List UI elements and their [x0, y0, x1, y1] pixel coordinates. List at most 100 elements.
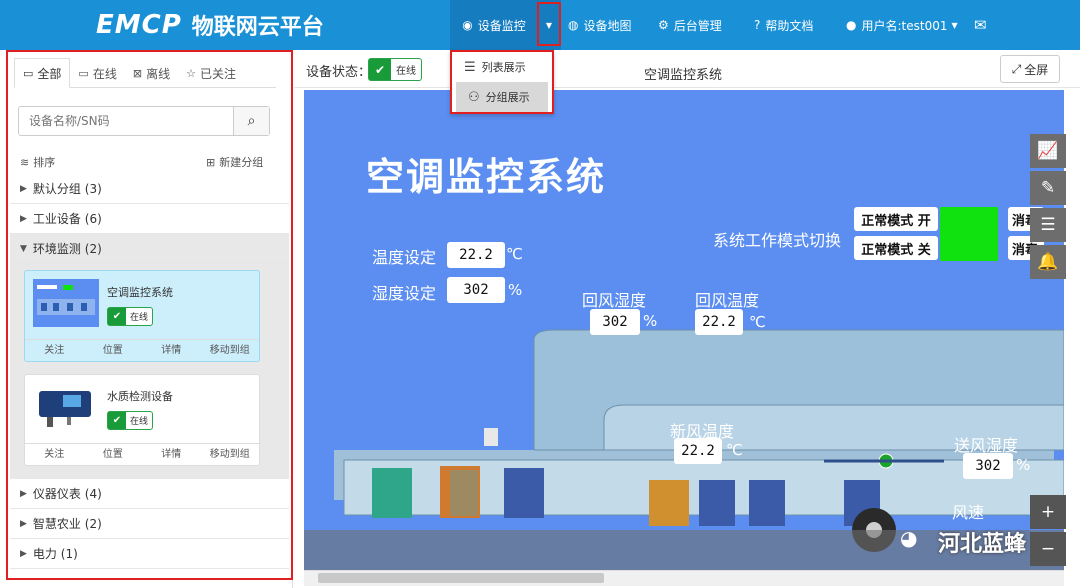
- nav-help-label: 帮助文档: [765, 18, 814, 33]
- layers-icon: ≋: [20, 155, 30, 169]
- tab-online[interactable]: ▭ 在线: [70, 58, 124, 88]
- mode-switch-label: 系统工作模式切换: [713, 231, 842, 250]
- group-instruments[interactable]: ▶ 仪器仪表 (4): [10, 479, 289, 509]
- hum-set-value[interactable]: 302: [447, 277, 505, 303]
- details-button[interactable]: 详情: [142, 444, 201, 465]
- new-group-label: 新建分组: [219, 156, 264, 169]
- fullscreen-button[interactable]: ⤢ 全屏: [1000, 55, 1060, 83]
- bell-icon[interactable]: 🔔: [1030, 245, 1066, 279]
- return-temp-unit: ℃: [749, 313, 766, 331]
- group-agriculture[interactable]: ▶ 智慧农业 (2): [10, 509, 289, 539]
- group-label: 默认分组: [32, 182, 81, 196]
- zoom-out-icon[interactable]: −: [1030, 532, 1066, 566]
- monitor-icon: ▭: [23, 66, 34, 80]
- nav-device-monitor[interactable]: ◉ 设备监控: [450, 0, 538, 50]
- follow-button[interactable]: 关注: [25, 444, 84, 465]
- nav-admin[interactable]: ⚙ 后台管理: [658, 0, 722, 50]
- list-view-option[interactable]: ☰ 列表展示: [452, 52, 552, 82]
- caret-right-icon: ▶: [20, 518, 27, 529]
- chart-icon[interactable]: 📈: [1030, 134, 1066, 168]
- move-to-group-button[interactable]: 移动到组: [201, 444, 260, 465]
- highlight-box: [537, 2, 561, 46]
- fresh-temp-value: 22.2: [674, 438, 722, 464]
- tab-all[interactable]: ▭ 全部: [14, 58, 71, 88]
- details-button[interactable]: 详情: [142, 340, 201, 361]
- group-view-label: 分组展示: [485, 91, 530, 104]
- group-industrial[interactable]: ▶ 工业设备 (6): [10, 204, 289, 234]
- mode-on-button[interactable]: 正常模式 开: [854, 207, 938, 231]
- device-card[interactable]: 空调监控系统 ✔ 在线 关注 位置 详情 移动到组: [24, 270, 260, 362]
- group-label: 电力: [32, 547, 57, 561]
- edit-icon[interactable]: ✎: [1030, 171, 1066, 205]
- status-badge: ✔ 在线: [107, 411, 154, 430]
- sort-button[interactable]: ≋ 排序: [20, 154, 55, 170]
- zoom-in-icon[interactable]: +: [1030, 495, 1066, 529]
- group-label: 仪器仪表: [32, 487, 81, 501]
- monitor-icon: ◉: [462, 18, 473, 32]
- check-icon: ✔: [369, 59, 391, 80]
- nav-help-docs[interactable]: ? 帮助文档: [754, 0, 813, 50]
- tab-offline[interactable]: ⊠ 离线: [125, 58, 178, 88]
- status-text: 在线: [130, 417, 149, 427]
- fresh-temp-unit: ℃: [726, 441, 743, 459]
- group-default[interactable]: ▶ 默认分组 (3): [10, 174, 289, 204]
- new-group-button[interactable]: ⊞ 新建分组: [206, 154, 263, 170]
- group-power[interactable]: ▶ 电力 (1): [10, 539, 289, 569]
- gears-icon: ⚙: [658, 18, 669, 32]
- follow-button[interactable]: 关注: [25, 340, 84, 361]
- caret-down-icon: ▼: [20, 243, 27, 254]
- caret-right-icon: ▶: [20, 213, 27, 224]
- nav-device-map[interactable]: ◍ 设备地图: [568, 0, 632, 50]
- scrollbar-thumb[interactable]: [318, 573, 604, 583]
- caret-right-icon: ▶: [20, 548, 27, 559]
- device-name: 水质检测设备: [107, 390, 173, 403]
- group-icon: ⚇: [468, 89, 480, 105]
- group-label: 工业设备: [32, 212, 81, 226]
- wind-speed-label: 风速: [952, 503, 985, 522]
- question-icon: ?: [754, 18, 761, 32]
- tab-followed[interactable]: ☆ 已关注: [178, 58, 244, 88]
- device-thumbnail: [33, 383, 99, 431]
- mail-icon[interactable]: ✉: [974, 0, 987, 50]
- fullscreen-label: 全屏: [1024, 62, 1049, 77]
- group-count: (6): [84, 211, 102, 226]
- location-button[interactable]: 位置: [84, 444, 143, 465]
- group-count: (1): [60, 546, 78, 561]
- supply-hum-value: 302: [963, 453, 1013, 479]
- group-count: (4): [84, 486, 102, 501]
- caret-down-icon: ▼: [951, 20, 958, 30]
- caret-right-icon: ▶: [20, 488, 27, 499]
- device-card[interactable]: 水质检测设备 ✔ 在线 关注 位置 详情 移动到组: [24, 374, 260, 466]
- tab-followed-label: 已关注: [199, 66, 236, 81]
- device-thumbnail: [33, 279, 99, 327]
- device-search: ⌕: [18, 106, 270, 136]
- group-view-option[interactable]: ⚇ 分组展示: [456, 82, 548, 112]
- nav-device-map-label: 设备地图: [583, 18, 632, 33]
- move-to-group-button[interactable]: 移动到组: [201, 340, 260, 361]
- watermark: 河北蓝蜂: [938, 532, 1027, 557]
- group-environment[interactable]: ▼ 环境监测 (2): [10, 234, 289, 264]
- hum-unit: %: [508, 281, 523, 299]
- list-icon: ☰: [464, 59, 476, 75]
- device-status-badge: ✔ 在线: [368, 58, 422, 81]
- nav-admin-label: 后台管理: [673, 18, 722, 33]
- add-folder-icon: ⊞: [206, 155, 216, 169]
- search-input[interactable]: [19, 107, 233, 135]
- return-hum-label: 回风湿度: [582, 291, 647, 310]
- tab-offline-label: 离线: [146, 66, 171, 81]
- page-title: 空调监控系统: [644, 68, 723, 83]
- scada-title: 空调监控系统: [366, 154, 607, 199]
- location-button[interactable]: 位置: [84, 340, 143, 361]
- temp-set-value[interactable]: 22.2: [447, 242, 505, 268]
- nav-user-menu[interactable]: ● 用户名:test001 ▼: [846, 0, 958, 50]
- mode-indicator: [940, 207, 998, 261]
- brand-logo[interactable]: EMCP 物联网云平台: [96, 9, 324, 41]
- nav-device-monitor-label: 设备监控: [477, 18, 526, 33]
- mode-off-button[interactable]: 正常模式 关: [854, 236, 938, 260]
- search-button[interactable]: ⌕: [233, 107, 269, 135]
- group-label: 智慧农业: [32, 517, 81, 531]
- temp-unit: ℃: [506, 245, 523, 263]
- logo-text: 物联网云平台: [191, 15, 324, 40]
- expand-icon: ⤢: [1011, 61, 1022, 76]
- list-icon[interactable]: ☰: [1030, 208, 1066, 242]
